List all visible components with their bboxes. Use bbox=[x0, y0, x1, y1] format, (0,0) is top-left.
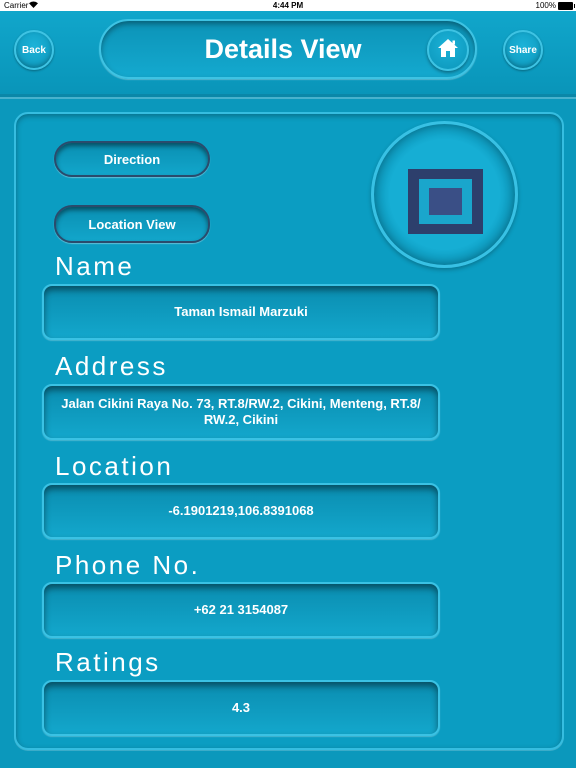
location-view-button[interactable]: Location View bbox=[54, 205, 210, 243]
battery-percent: 100% bbox=[535, 1, 556, 10]
ratings-field: 4.3 bbox=[42, 680, 440, 736]
address-label: Address bbox=[55, 351, 168, 381]
direction-button[interactable]: Direction bbox=[54, 141, 210, 177]
header-bar: Back Details View Share bbox=[0, 11, 576, 97]
phone-label: Phone No. bbox=[55, 550, 201, 580]
location-field: -6.1901219,106.8391068 bbox=[42, 483, 440, 539]
home-icon bbox=[437, 38, 459, 63]
page-title: Details View bbox=[204, 34, 362, 64]
status-time: 4:44 PM bbox=[272, 1, 304, 10]
name-label: Name bbox=[55, 251, 135, 281]
square-logo-icon bbox=[408, 169, 483, 239]
battery-icon bbox=[558, 2, 575, 10]
home-button[interactable] bbox=[427, 29, 469, 71]
status-bar: Carrier 4:44 PM 100% bbox=[0, 0, 576, 11]
back-button[interactable]: Back bbox=[14, 30, 54, 70]
name-field: Taman Ismail Marzuki bbox=[42, 284, 440, 340]
address-field: Jalan Cikini Raya No. 73, RT.8/RW.2, Cik… bbox=[42, 384, 440, 440]
location-label: Location bbox=[55, 451, 174, 481]
phone-field: +62 21 3154087 bbox=[42, 582, 440, 638]
share-button[interactable]: Share bbox=[503, 30, 543, 70]
ratings-label: Ratings bbox=[55, 647, 161, 677]
logo-badge bbox=[371, 121, 518, 268]
